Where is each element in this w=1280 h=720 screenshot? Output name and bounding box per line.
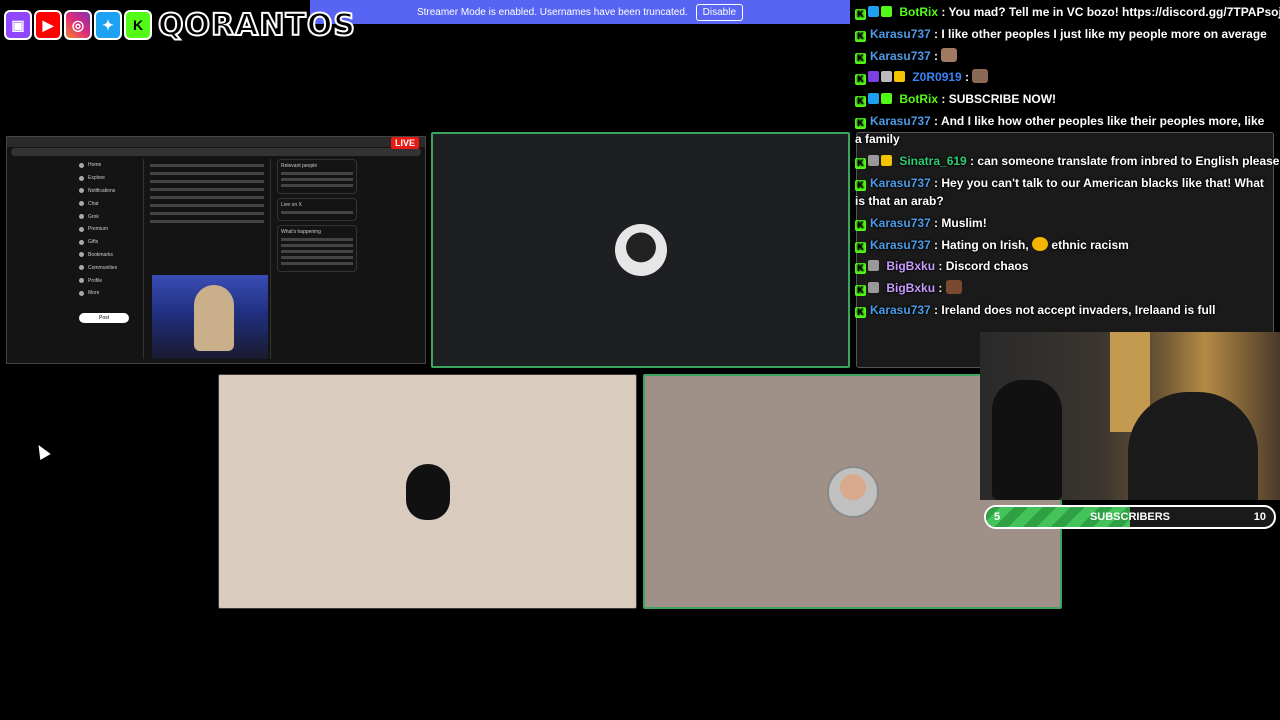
streamer-mode-banner: Streamer Mode is enabled. Usernames have… (310, 0, 850, 24)
chat-message: K Karasu737 : Ireland does not accept inv… (855, 300, 1271, 320)
emote-icon (1032, 237, 1049, 251)
chat-message: K Sinatra_619 : can someone translate fr… (855, 151, 1279, 171)
browser-address-bar (11, 148, 421, 156)
x-post-button: Post (79, 313, 129, 323)
participant-tile-2[interactable] (218, 374, 637, 609)
kick-icon: K (124, 10, 152, 40)
twitter-icon: ✦ (94, 10, 122, 40)
screen-share-tile[interactable]: LIVE Home Explore Notifications Chat Gro… (6, 136, 426, 364)
nav-item: Premium (79, 223, 139, 236)
twitch-icon: ▣ (4, 10, 32, 40)
participant-tile-1[interactable] (431, 132, 850, 368)
chat-message: K BotRix : You mad? Tell me in VC bozo! … (855, 2, 1280, 22)
webcam-chair (992, 380, 1062, 500)
emote-icon (972, 69, 989, 83)
x-post-feed (143, 159, 271, 359)
instagram-icon: ◎ (64, 10, 92, 40)
chat-message: K BigBxku : Discord chaos (855, 256, 1271, 276)
chat-message: K Z0R0919 : (855, 67, 1271, 87)
chat-extra-text: ethnic racism (1051, 238, 1129, 252)
chat-message: K Karasu737 : And I like how other people… (855, 114, 1265, 146)
streamer-mode-message: Streamer Mode is enabled. Usernames have… (416, 6, 688, 18)
nav-item: Home (79, 159, 139, 172)
emote-icon (941, 48, 958, 62)
browser-tab-bar (7, 137, 425, 147)
goal-label: SUBSCRIBERS (1089, 511, 1171, 523)
emote-icon (945, 280, 962, 294)
nav-item: Explore (79, 172, 139, 185)
chat-message: K Karasu737 : Hey you can't talk to our A… (855, 176, 1264, 208)
nav-item: Chat (79, 197, 139, 210)
chat-message: K BigBxku : (855, 278, 1271, 298)
chat-message: K Karasu737 : Hating on Irish, ethnic rac… (855, 235, 1271, 255)
x-sidebar-nav: Home Explore Notifications Chat Grok Pre… (79, 159, 139, 300)
nav-item: Profile (79, 274, 139, 287)
chat-message: K Karasu737 : (855, 46, 1271, 66)
participant-avatar (405, 463, 450, 520)
nav-item: Communities (79, 261, 139, 274)
chat-message: K BotRix : SUBSCRIBE NOW! (855, 89, 1271, 109)
x-right-sidebar: Relevant people Live on X What's happeni… (277, 159, 357, 276)
subscriber-goal-bar: 5 SUBSCRIBERS 10 (984, 505, 1276, 529)
nav-item: Grok (79, 210, 139, 223)
nav-item: Bookmarks (79, 249, 139, 262)
chat-message: K Karasu737 : I like other peoples I just… (855, 24, 1271, 44)
youtube-icon: ▶ (34, 10, 62, 40)
mouse-cursor-icon (33, 441, 51, 461)
social-branding: ▣ ▶ ◎ ✦ K QORANTOS (4, 4, 356, 46)
chat-overlay: K BotRix : You mad? Tell me in VC bozo! … (855, 0, 1280, 368)
embedded-video (152, 275, 268, 359)
participant-avatar (614, 224, 667, 276)
participant-avatar (826, 465, 879, 518)
streamer-handle: QORANTOS (157, 7, 357, 44)
video-person (194, 285, 234, 351)
nav-item: Gifts (79, 236, 139, 249)
webcam-streamer (1128, 392, 1258, 500)
nav-item: More (79, 287, 139, 300)
streamer-webcam (980, 332, 1280, 500)
goal-target: 10 (1253, 511, 1266, 523)
disable-streamer-mode-button[interactable]: Disable (695, 3, 744, 21)
chat-message: K Karasu737 : Muslim! (855, 213, 1271, 233)
nav-item: Notifications (79, 185, 139, 198)
live-badge: LIVE (390, 137, 419, 149)
